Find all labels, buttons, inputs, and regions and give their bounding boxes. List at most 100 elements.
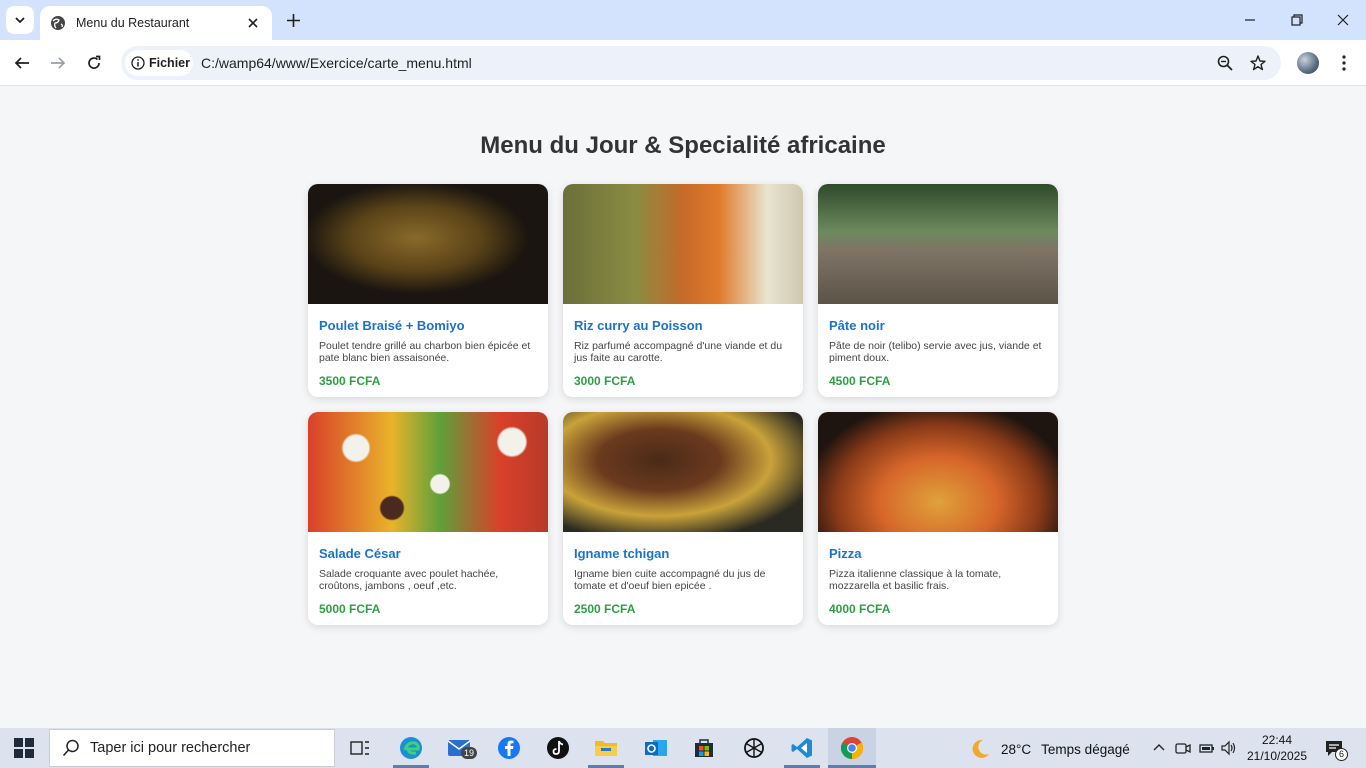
url-text[interactable]: C:/wamp64/www/Exercice/carte_menu.html — [201, 55, 472, 71]
dish-price: 3000 FCFA — [574, 374, 636, 388]
dish-description: Igname bien cuite accompagné du jus de t… — [574, 568, 766, 592]
notification-count: 6 — [1335, 748, 1349, 761]
volume-button[interactable] — [1221, 740, 1237, 756]
dish-image — [308, 184, 548, 304]
back-button[interactable] — [10, 51, 34, 75]
menu-card: Poulet Braisé + Bomiyo Poulet tendre gri… — [308, 184, 548, 397]
arrow-left-icon — [14, 57, 29, 69]
site-info-chip[interactable]: Fichier — [125, 50, 193, 76]
taskbar-clock[interactable]: 22:44 21/10/2025 — [1244, 732, 1310, 764]
page-title: Menu du Jour & Specialité africaine — [480, 132, 886, 159]
dish-description: Salade croquante avec poulet hachée, cro… — [319, 568, 499, 592]
star-icon — [1250, 55, 1266, 71]
reload-button[interactable] — [82, 51, 106, 75]
close-icon[interactable] — [244, 14, 262, 32]
dish-price: 3500 FCFA — [319, 374, 381, 388]
dish-description: Riz parfumé accompagné d'une viande et d… — [574, 340, 783, 364]
tab-title: Menu du Restaurant — [76, 16, 190, 30]
dish-image — [818, 412, 1058, 532]
profile-avatar[interactable] — [1297, 52, 1319, 74]
mail-badge: 19 — [461, 747, 478, 759]
dish-price: 4000 FCFA — [829, 602, 891, 616]
zoom-button[interactable] — [1214, 52, 1236, 74]
weather-temperature: 28°C — [1001, 741, 1032, 757]
meet-now-button[interactable] — [1175, 740, 1191, 756]
outlook-icon — [645, 740, 667, 756]
battery-button[interactable] — [1199, 740, 1215, 756]
tiktok-app[interactable] — [544, 734, 572, 762]
file-explorer-app[interactable] — [592, 734, 620, 762]
dish-price: 4500 FCFA — [829, 374, 891, 388]
dish-description: Poulet tendre grillé au charbon bien épi… — [319, 340, 531, 364]
taskbar: Taper ici pour rechercher 19 28°C Temps — [0, 728, 1366, 768]
battery-icon — [1199, 744, 1214, 753]
restore-button[interactable] — [1287, 10, 1307, 30]
chevron-up-icon — [1153, 744, 1165, 751]
forward-button[interactable] — [46, 51, 70, 75]
outlook-app[interactable] — [642, 734, 670, 762]
clock-date: 21/10/2025 — [1246, 749, 1308, 763]
minimize-button[interactable] — [1240, 10, 1260, 30]
dish-name: Salade César — [319, 546, 401, 561]
menu-card: Riz curry au Poisson Riz parfumé accompa… — [563, 184, 803, 397]
dish-image — [818, 184, 1058, 304]
tab-search-button[interactable] — [6, 6, 34, 34]
edge-icon — [400, 737, 422, 759]
menu-card: Salade César Salade croquante avec poule… — [308, 412, 548, 625]
arrow-right-icon — [51, 57, 66, 69]
menu-card: Pâte noir Pâte de noir (telibo) servie a… — [818, 184, 1058, 397]
dish-image — [308, 412, 548, 532]
menu-card: Pizza Pizza italienne classique à la tom… — [818, 412, 1058, 625]
new-tab-button[interactable] — [282, 9, 304, 31]
speaker-icon — [1221, 740, 1236, 756]
vscode-icon — [791, 738, 812, 758]
site-chip-label: Fichier — [149, 56, 190, 70]
menu-card: Igname tchigan Igname bien cuite accompa… — [563, 412, 803, 625]
mail-app[interactable]: 19 — [446, 734, 478, 762]
chatgpt-app[interactable] — [740, 734, 768, 762]
close-window-button[interactable] — [1333, 10, 1353, 30]
dish-image — [563, 412, 803, 532]
facebook-icon — [498, 737, 520, 759]
taskbar-search-box[interactable]: Taper ici pour rechercher — [49, 729, 335, 767]
weather-widget[interactable]: 28°C Temps dégagé — [969, 738, 1130, 760]
camera-icon — [1175, 743, 1191, 754]
plus-icon — [286, 13, 300, 27]
dish-name: Pâte noir — [829, 318, 885, 333]
dish-price: 5000 FCFA — [319, 602, 381, 616]
restore-icon — [1291, 14, 1303, 26]
search-icon — [62, 739, 79, 757]
tray-overflow-button[interactable] — [1151, 740, 1167, 756]
dish-description: Pâte de noir (telibo) servie avec jus, v… — [829, 340, 1042, 364]
dish-name: Pizza — [829, 546, 862, 561]
store-app[interactable] — [690, 734, 718, 762]
info-icon — [131, 56, 145, 70]
weather-condition: Temps dégagé — [1041, 741, 1130, 757]
moon-icon — [972, 739, 989, 758]
address-bar[interactable]: Fichier C:/wamp64/www/Exercice/carte_men… — [121, 46, 1281, 80]
notification-center-button[interactable]: 6 — [1324, 738, 1349, 761]
chrome-app[interactable] — [838, 734, 866, 762]
chevron-down-icon — [15, 17, 25, 24]
edge-app[interactable] — [397, 734, 425, 762]
chrome-icon — [841, 737, 863, 759]
bookmark-button[interactable] — [1247, 52, 1269, 74]
clock-time: 22:44 — [1261, 733, 1293, 747]
task-view-icon — [350, 741, 369, 755]
minimize-icon — [1245, 19, 1255, 21]
close-window-icon — [1337, 14, 1349, 26]
facebook-app[interactable] — [495, 734, 523, 762]
dish-name: Riz curry au Poisson — [574, 318, 703, 333]
menu-button[interactable] — [1332, 51, 1356, 75]
tiktok-icon — [547, 737, 569, 759]
tab-strip: Menu du Restaurant — [0, 0, 1366, 40]
reload-icon — [88, 55, 101, 69]
tab-active[interactable]: Menu du Restaurant — [40, 6, 272, 40]
task-view-button[interactable] — [346, 734, 374, 762]
dish-name: Igname tchigan — [574, 546, 670, 561]
chatgpt-icon — [744, 738, 764, 758]
windows-start-icon[interactable] — [14, 738, 34, 758]
zoom-icon — [1217, 55, 1233, 71]
vscode-app[interactable] — [788, 734, 816, 762]
dish-price: 2500 FCFA — [574, 602, 636, 616]
